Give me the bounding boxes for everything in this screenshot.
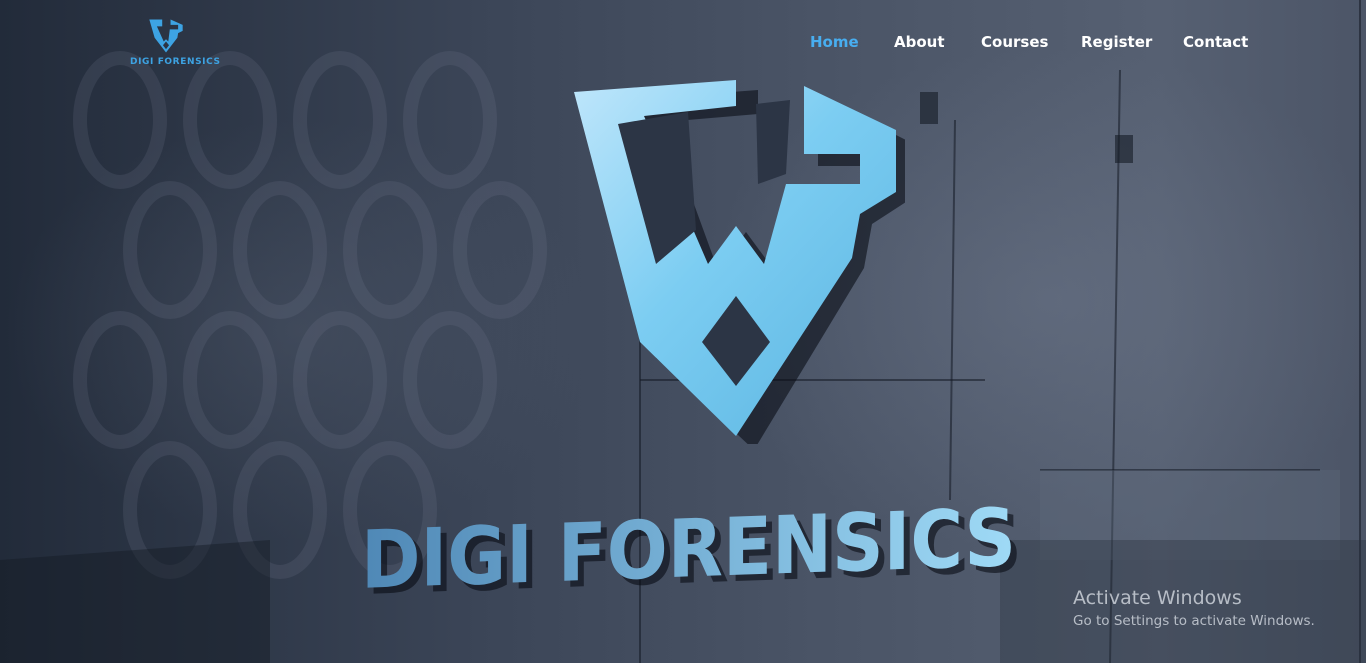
windows-activation-watermark: Activate Windows Go to Settings to activ… [1073, 587, 1315, 629]
nav-item-home[interactable]: Home [810, 33, 859, 51]
nav-item-about[interactable]: About [894, 33, 945, 51]
brand-name: DIGI FORENSICS [130, 57, 221, 67]
nav-item-courses[interactable]: Courses [981, 33, 1048, 51]
hero-emblem [560, 74, 906, 450]
df-shield-emblem [574, 80, 906, 450]
nav-item-register[interactable]: Register [1081, 33, 1152, 51]
brand-logo[interactable]: DIGI FORENSICS [130, 18, 221, 70]
nav-item-contact[interactable]: Contact [1183, 33, 1248, 51]
hero-wordmark: DIGI FORENSICS DIGI FORENSICS [361, 492, 1022, 602]
watermark-subtitle: Go to Settings to activate Windows. [1073, 613, 1315, 629]
df-shield-logo-icon [149, 19, 183, 53]
wordmark-text: DIGI FORENSICS [361, 492, 1016, 602]
watermark-title: Activate Windows [1073, 587, 1242, 609]
